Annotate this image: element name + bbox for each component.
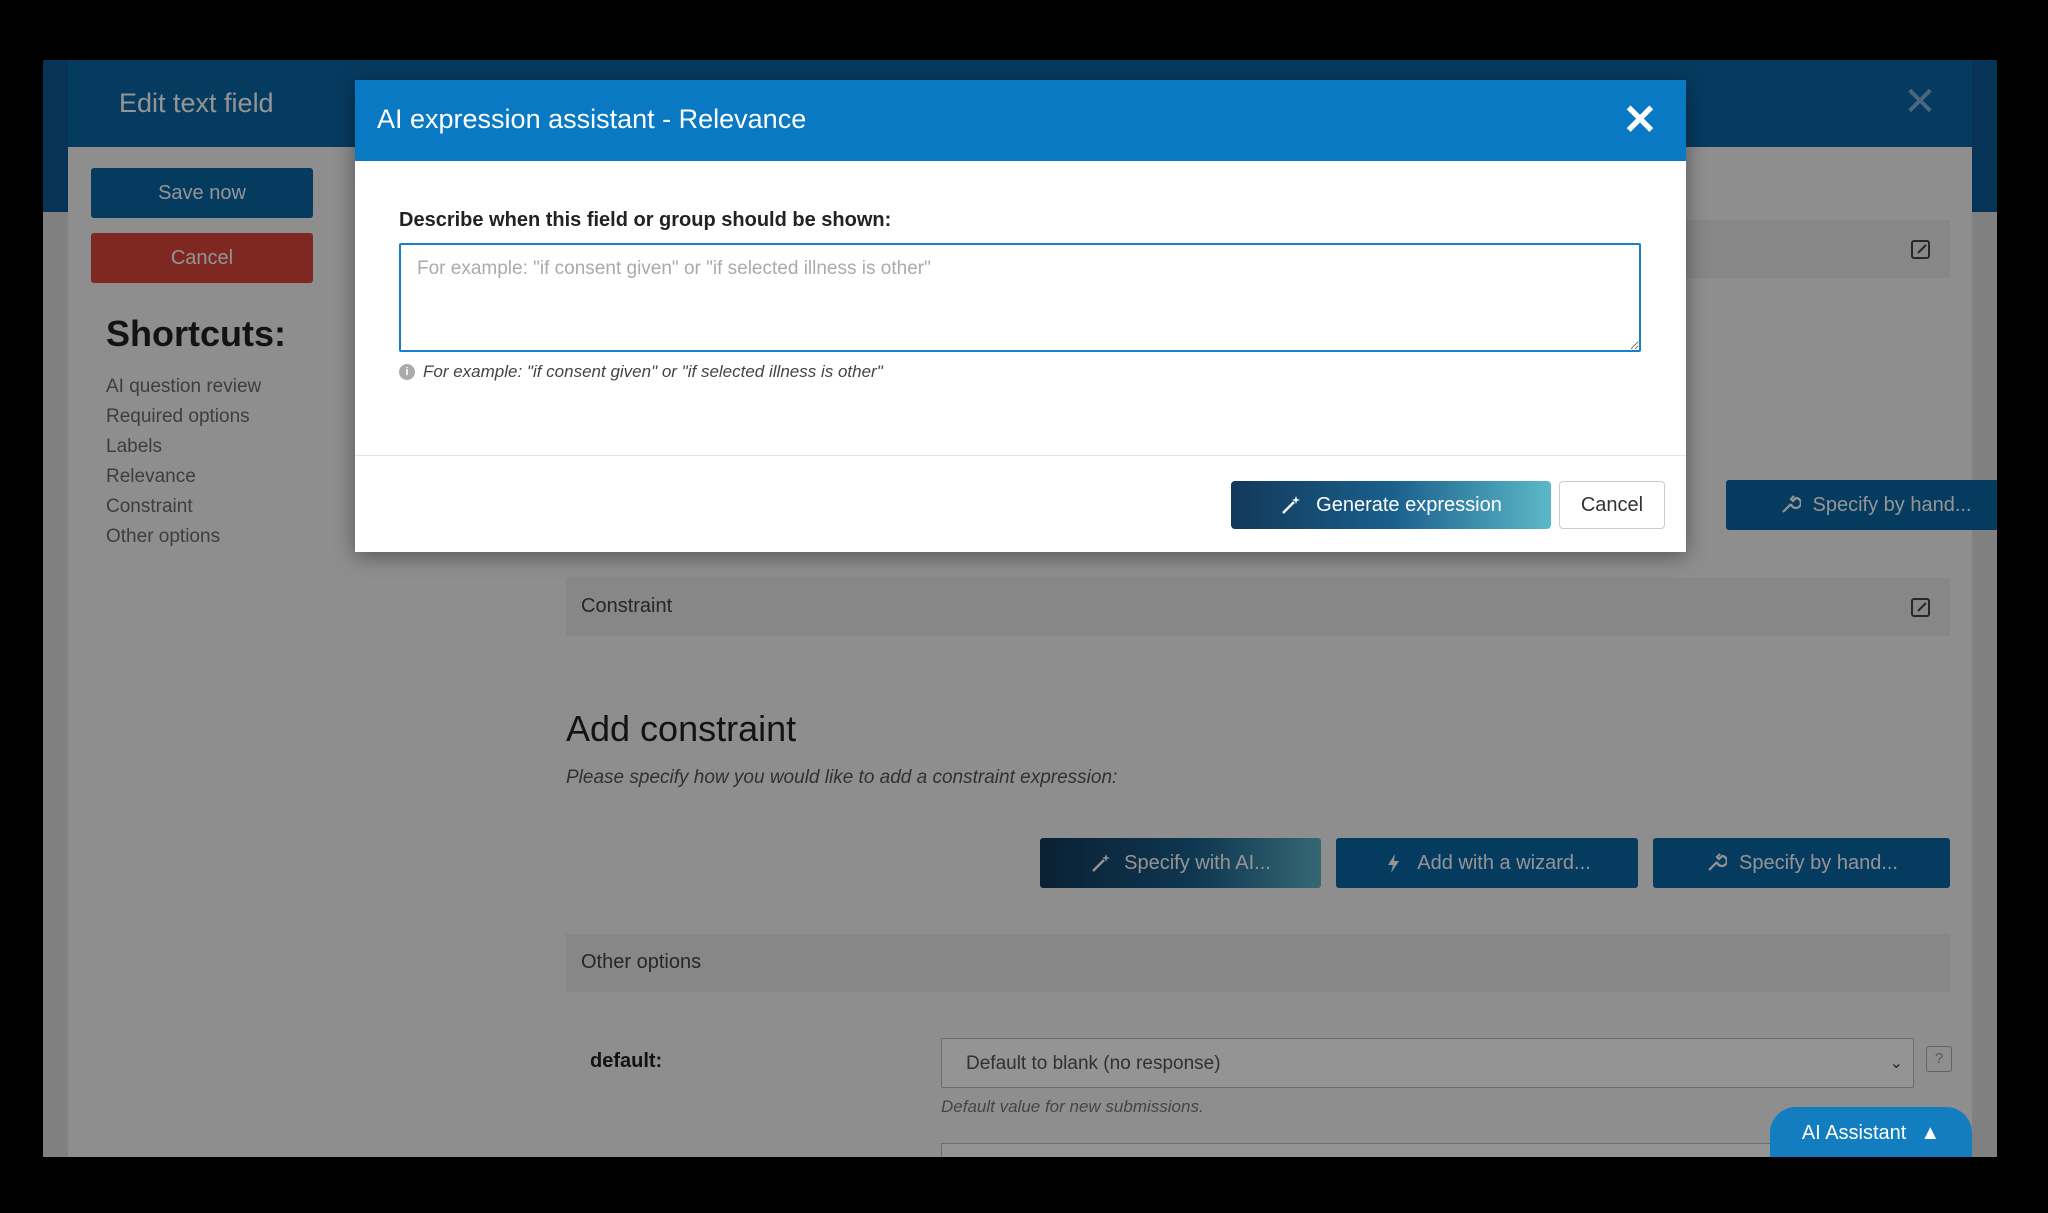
hint-text: For example: "if consent given" or "if s… [423, 362, 883, 381]
describe-label: Describe when this field or group should… [399, 209, 892, 231]
chevron-up-icon: ▲ [1920, 1122, 1941, 1144]
description-textarea[interactable] [399, 243, 1641, 352]
ai-assistant-tab[interactable]: AI Assistant ▲ [1770, 1107, 1972, 1160]
info-icon: i [399, 364, 415, 380]
modal-title: AI expression assistant - Relevance [377, 104, 807, 134]
ai-expression-modal: AI expression assistant - Relevance ✕ De… [355, 80, 1686, 552]
magic-wand-icon [1282, 496, 1301, 514]
modal-cancel-button[interactable]: Cancel [1559, 481, 1665, 529]
bottom-bar [0, 1157, 2048, 1213]
modal-header: AI expression assistant - Relevance ✕ [355, 80, 1686, 161]
modal-divider [355, 455, 1686, 456]
ai-assistant-label: AI Assistant [1801, 1122, 1907, 1144]
close-icon[interactable]: ✕ [1620, 99, 1660, 141]
hint-row: i For example: "if consent given" or "if… [399, 362, 883, 382]
generate-expression-button[interactable]: Generate expression [1231, 481, 1551, 529]
generate-expression-label: Generate expression [1316, 493, 1502, 516]
